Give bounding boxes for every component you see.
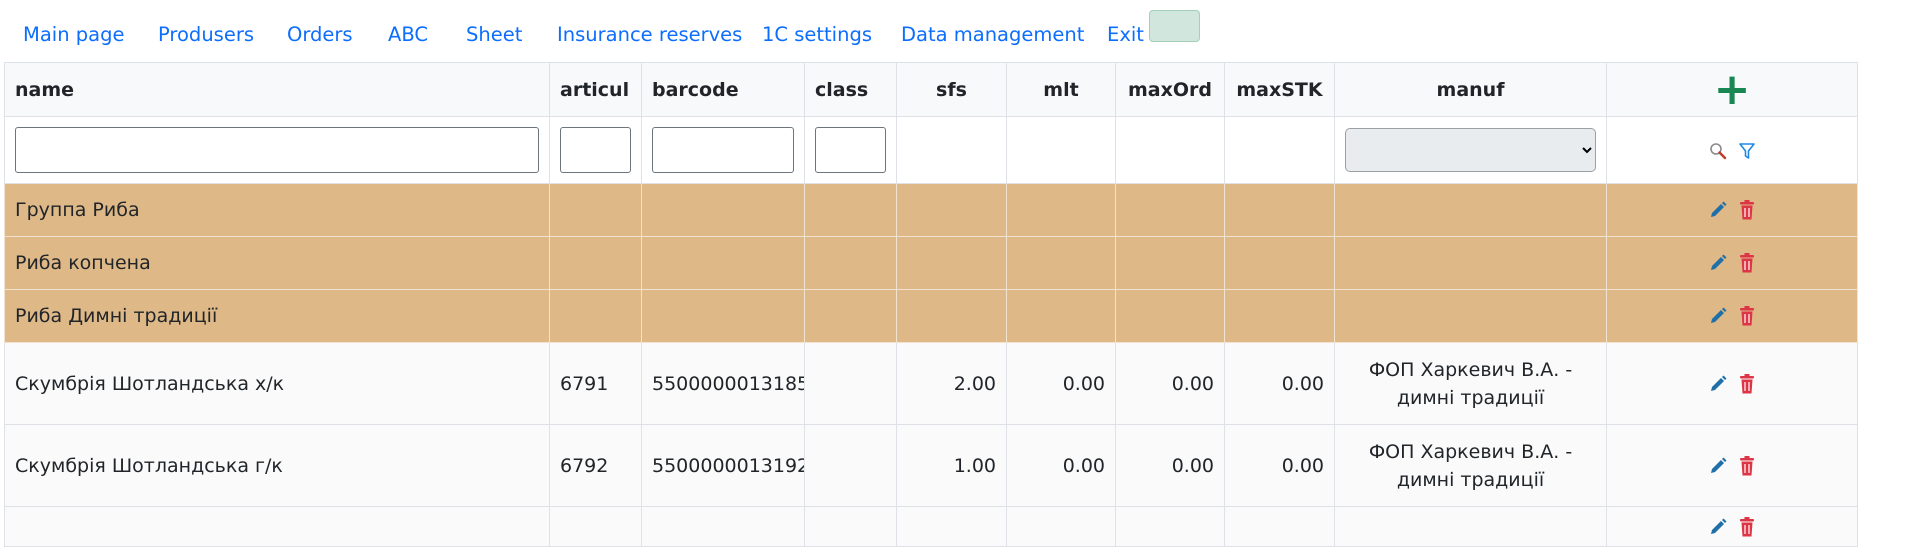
- col-header-manuf[interactable]: manuf: [1334, 62, 1607, 117]
- table-row[interactable]: Скумбрія Шотландська г/к 6792 5500000013…: [4, 424, 1858, 507]
- filter-cell-articul: [549, 116, 642, 184]
- nav-produsers[interactable]: Produsers: [158, 23, 254, 46]
- cell-maxstk: 0.00: [1224, 424, 1335, 507]
- group-name: Риба Димні традиції: [4, 289, 550, 343]
- table-row[interactable]: [4, 506, 1858, 547]
- cell-maxord: 0.00: [1115, 424, 1225, 507]
- cell-class: [804, 342, 897, 425]
- group-name: Группа Риба: [4, 183, 550, 237]
- pencil-icon[interactable]: [1708, 517, 1728, 537]
- col-header-barcode[interactable]: barcode: [641, 62, 805, 117]
- row-actions: [1606, 506, 1858, 547]
- top-nav: Main page Produsers Orders ABC Sheet Ins…: [0, 0, 1920, 60]
- cell-name: Скумбрія Шотландська х/к: [4, 342, 550, 425]
- status-indicator-box[interactable]: [1149, 10, 1200, 42]
- cell-manuf: ФОП Харкевич В.А. - димні традиції: [1334, 424, 1607, 507]
- nav-data-management[interactable]: Data management: [901, 23, 1084, 46]
- filter-row: [4, 116, 1858, 184]
- row-actions: [1606, 424, 1858, 507]
- filter-cell-mlt: [1006, 116, 1116, 184]
- cell-barcode: 5500000013185: [641, 342, 805, 425]
- trash-icon[interactable]: [1738, 199, 1756, 221]
- filter-actions-cell: [1606, 116, 1858, 184]
- group-row[interactable]: Риба копчена: [4, 236, 1858, 290]
- trash-icon[interactable]: [1738, 373, 1756, 395]
- group-row[interactable]: Риба Димні традиції: [4, 289, 1858, 343]
- trash-icon[interactable]: [1738, 455, 1756, 477]
- filter-icon[interactable]: [1738, 141, 1756, 161]
- filter-cell-maxord: [1115, 116, 1225, 184]
- nav-sheet[interactable]: Sheet: [466, 23, 522, 46]
- row-actions: [1606, 236, 1858, 290]
- nav-insurance-reserves[interactable]: Insurance reserves: [557, 23, 742, 46]
- col-header-maxord[interactable]: maxOrd: [1115, 62, 1225, 117]
- filter-manuf-select[interactable]: [1345, 128, 1596, 172]
- products-table: name articul barcode class sfs mlt maxOr…: [4, 62, 1858, 547]
- col-header-articul[interactable]: articul: [549, 62, 642, 117]
- cell-sfs: 2.00: [896, 342, 1007, 425]
- filter-class-input[interactable]: [815, 127, 886, 173]
- pencil-icon[interactable]: [1708, 200, 1728, 220]
- trash-icon[interactable]: [1738, 516, 1756, 538]
- filter-cell-manuf: [1334, 116, 1607, 184]
- col-header-maxstk[interactable]: maxSTK: [1224, 62, 1335, 117]
- filter-cell-maxstk: [1224, 116, 1335, 184]
- pencil-icon[interactable]: [1708, 456, 1728, 476]
- header-row: name articul barcode class sfs mlt maxOr…: [4, 62, 1858, 117]
- nav-main-page[interactable]: Main page: [23, 23, 124, 46]
- pencil-icon[interactable]: [1708, 306, 1728, 326]
- row-actions: [1606, 289, 1858, 343]
- filter-cell-name: [4, 116, 550, 184]
- filter-articul-input[interactable]: [560, 127, 631, 173]
- col-header-mlt[interactable]: mlt: [1006, 62, 1116, 117]
- filter-cell-barcode: [641, 116, 805, 184]
- nav-orders[interactable]: Orders: [287, 23, 353, 46]
- nav-1c-settings[interactable]: 1C settings: [762, 23, 872, 46]
- filter-cell-sfs: [896, 116, 1007, 184]
- group-row[interactable]: Группа Риба: [4, 183, 1858, 237]
- filter-name-input[interactable]: [15, 127, 539, 173]
- cell-mlt: 0.00: [1006, 424, 1116, 507]
- col-header-actions: +: [1606, 62, 1858, 117]
- col-header-class[interactable]: class: [804, 62, 897, 117]
- add-plus-icon[interactable]: +: [1714, 64, 1751, 115]
- cell-maxstk: 0.00: [1224, 342, 1335, 425]
- trash-icon[interactable]: [1738, 252, 1756, 274]
- filter-barcode-input[interactable]: [652, 127, 794, 173]
- col-header-sfs[interactable]: sfs: [896, 62, 1007, 117]
- col-header-name[interactable]: name: [4, 62, 550, 117]
- trash-icon[interactable]: [1738, 305, 1756, 327]
- pencil-icon[interactable]: [1708, 253, 1728, 273]
- group-name: Риба копчена: [4, 236, 550, 290]
- cell-class: [804, 424, 897, 507]
- cell-barcode: 5500000013192: [641, 424, 805, 507]
- cell-articul: 6792: [549, 424, 642, 507]
- cell-sfs: 1.00: [896, 424, 1007, 507]
- nav-abc[interactable]: ABC: [388, 23, 428, 46]
- filter-cell-class: [804, 116, 897, 184]
- search-icon[interactable]: [1708, 141, 1728, 161]
- row-actions: [1606, 183, 1858, 237]
- cell-name: Скумбрія Шотландська г/к: [4, 424, 550, 507]
- row-actions: [1606, 342, 1858, 425]
- cell-articul: 6791: [549, 342, 642, 425]
- cell-mlt: 0.00: [1006, 342, 1116, 425]
- cell-maxord: 0.00: [1115, 342, 1225, 425]
- cell-manuf: ФОП Харкевич В.А. - димні традиції: [1334, 342, 1607, 425]
- table-row[interactable]: Скумбрія Шотландська х/к 6791 5500000013…: [4, 342, 1858, 425]
- pencil-icon[interactable]: [1708, 374, 1728, 394]
- nav-exit[interactable]: Exit: [1107, 23, 1144, 46]
